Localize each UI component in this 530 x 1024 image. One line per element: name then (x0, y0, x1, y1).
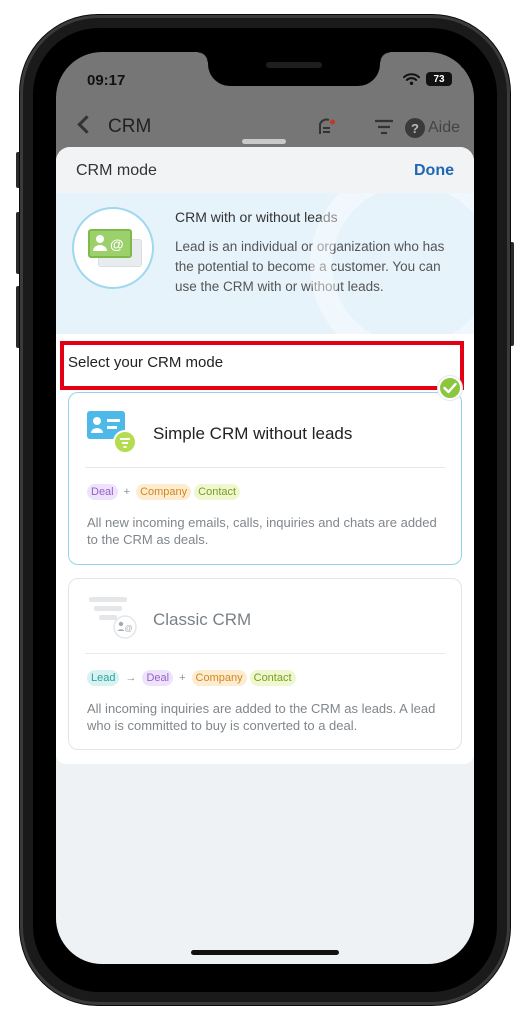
filter-icon[interactable] (374, 118, 394, 136)
checkmark-icon (443, 382, 457, 394)
svg-text:@: @ (125, 624, 133, 633)
mode-card-simple[interactable]: Simple CRM without leads Deal + Company … (68, 392, 462, 565)
tag-company: Company (136, 484, 192, 500)
tag-deal: Deal (87, 484, 118, 500)
activity-stream-icon[interactable] (318, 118, 336, 136)
mode-selection-panel: Select your CRM mode Simple CRM without … (56, 334, 474, 764)
earpiece-speaker (266, 62, 322, 68)
home-indicator[interactable] (191, 950, 339, 955)
tag-company: Company (191, 670, 247, 686)
status-indicators: 73 (403, 72, 452, 86)
tag-arrow: → (125, 672, 137, 684)
notch (198, 52, 472, 86)
background-page-title: CRM (108, 116, 152, 137)
wifi-icon (403, 73, 420, 85)
svg-text:@: @ (110, 236, 124, 252)
info-description: Lead is an individual or organization wh… (175, 239, 445, 294)
mode-description: All new incoming emails, calls, inquirie… (87, 515, 437, 547)
tag-contact: Contact (194, 484, 241, 500)
selected-checkmark-icon (438, 376, 462, 400)
front-camera (460, 57, 472, 69)
help-label[interactable]: Aide (428, 119, 460, 137)
battery-icon: 73 (426, 72, 452, 86)
simple-crm-icon (87, 411, 137, 454)
back-chevron-icon[interactable] (77, 115, 96, 134)
highlight-frame (60, 341, 464, 390)
sheet-header: CRM mode Done (56, 147, 474, 193)
contact-card: @ (88, 229, 132, 258)
entity-tags: Lead → Deal + Company Contact (87, 670, 296, 686)
status-time: 09:17 (87, 72, 126, 89)
mode-name: Simple CRM without leads (153, 424, 353, 443)
entity-tags: Deal + Company Contact (87, 484, 241, 500)
tag-deal: Deal (142, 670, 174, 686)
phone-screen: 09:17 73 CRM ? Aide CRM mode Done @ CRM … (56, 52, 474, 964)
classic-crm-funnel-icon: @ (89, 597, 137, 639)
crm-mode-sheet: CRM mode Done @ CRM with or without lead… (56, 147, 474, 964)
person-at-icon: @ (93, 235, 124, 252)
info-banner: @ CRM with or without leads Lead is an i… (56, 193, 474, 334)
mode-card-classic[interactable]: @ Classic CRM Lead → Deal + Company Cont… (68, 578, 462, 750)
help-icon[interactable]: ? (405, 118, 425, 138)
sheet-title: CRM mode (76, 162, 157, 179)
sheet-grabber[interactable] (242, 139, 286, 144)
tag-plus: + (123, 486, 131, 498)
mode-description: All incoming inquiries are added to the … (87, 701, 436, 733)
divider (85, 467, 445, 468)
mode-name: Classic CRM (153, 610, 252, 629)
tag-plus: + (179, 672, 186, 684)
tag-contact: Contact (249, 670, 296, 686)
info-title: CRM with or without leads (175, 209, 338, 225)
done-button[interactable]: Done (414, 162, 454, 180)
divider (85, 653, 445, 654)
tag-lead: Lead (87, 670, 120, 686)
lead-contact-card-icon: @ (72, 207, 154, 289)
